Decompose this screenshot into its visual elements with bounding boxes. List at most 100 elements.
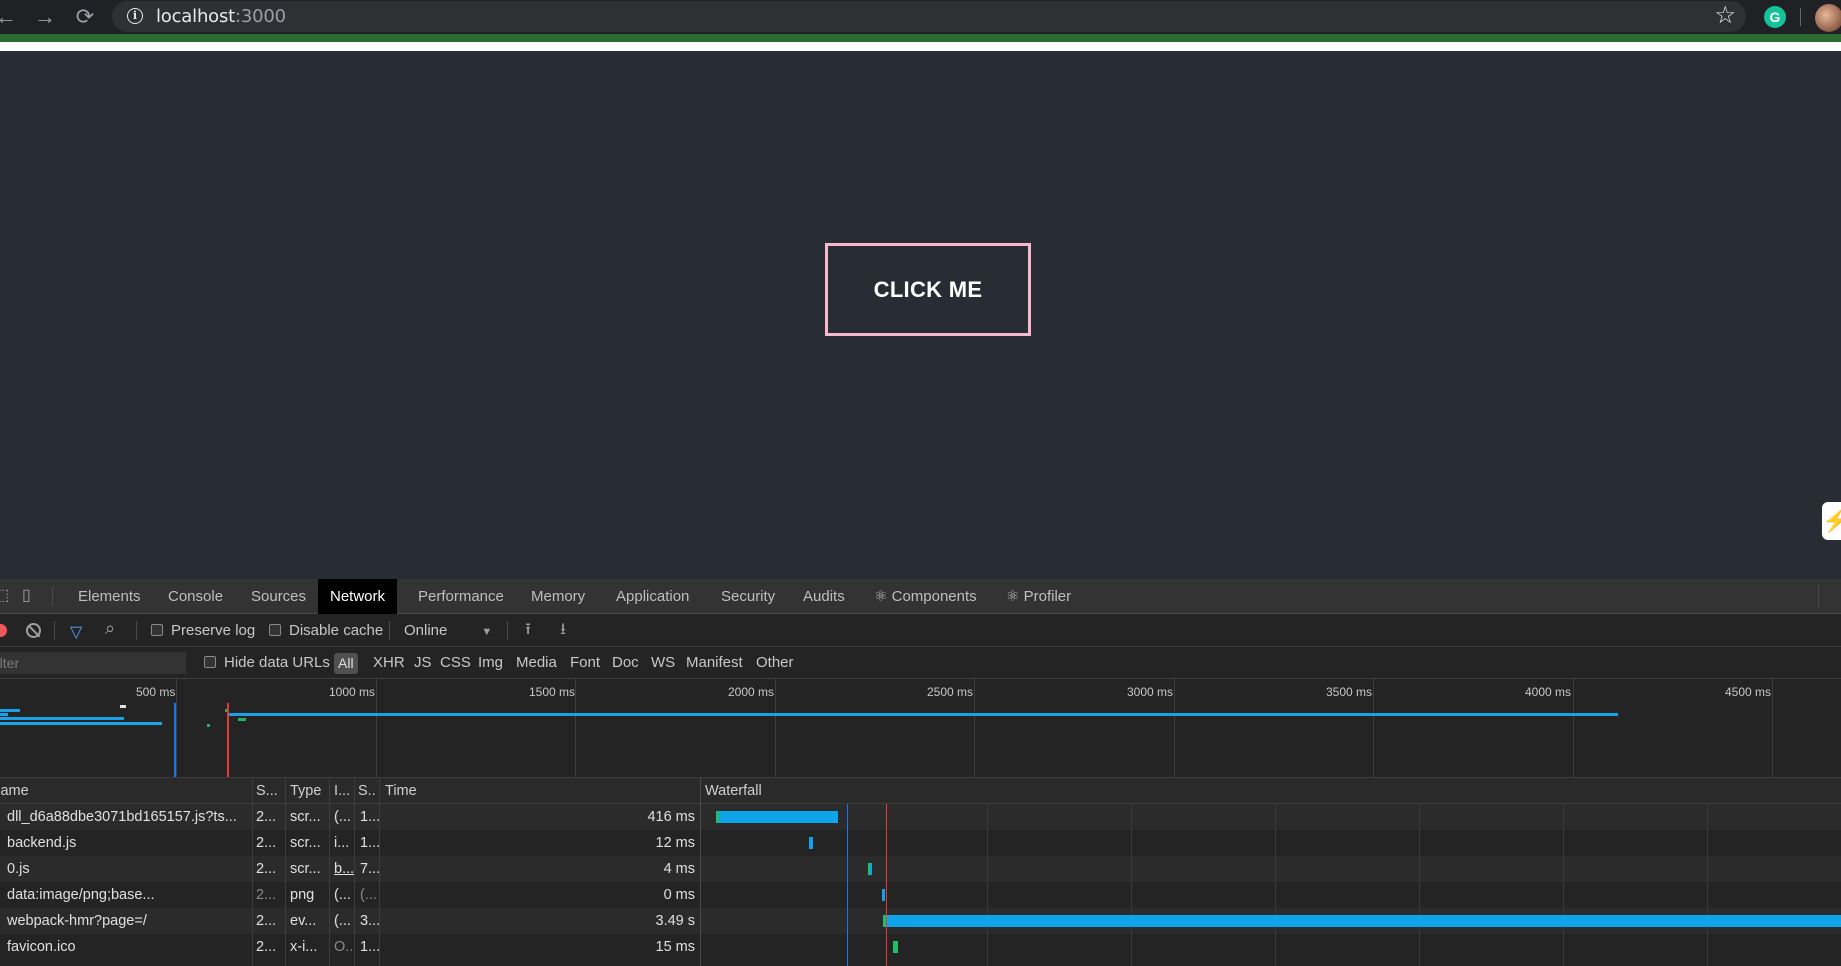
row-time: 15 ms xyxy=(655,939,696,955)
lightning-icon[interactable]: ⚡ xyxy=(1822,502,1841,540)
tab-profiler[interactable]: ⚛ Profiler xyxy=(994,579,1083,614)
filter-type-font[interactable]: Font xyxy=(570,647,600,679)
import-har-icon[interactable]: ⭱ xyxy=(520,620,536,640)
column-divider[interactable] xyxy=(700,778,701,966)
table-row[interactable]: 0.js 2... scr... b... 7... 4 ms xyxy=(0,856,1841,882)
avatar[interactable] xyxy=(1815,4,1841,32)
waterfall-bar xyxy=(809,837,813,849)
header-size[interactable]: S.. xyxy=(358,778,378,804)
tab-components[interactable]: ⚛ Components xyxy=(862,579,989,614)
header-status[interactable]: S... xyxy=(256,778,282,804)
row-initiator: O... xyxy=(334,939,354,955)
tab-sources[interactable]: Sources xyxy=(239,579,318,614)
dom-content-loaded-marker xyxy=(847,804,848,966)
clear-icon[interactable] xyxy=(26,623,41,638)
reload-icon[interactable]: ⟳ xyxy=(71,3,99,31)
click-me-button[interactable]: CLICK ME xyxy=(825,243,1031,336)
overview-tick-label: 3000 ms xyxy=(1127,685,1174,699)
tab-audits[interactable]: Audits xyxy=(791,579,857,614)
row-type: ev... xyxy=(290,913,317,929)
overview-tick-label: 2500 ms xyxy=(927,685,974,699)
tab-elements[interactable]: Elements xyxy=(66,579,153,614)
browser-toolbar: ← → ⟳ i localhost:3000 ☆ G xyxy=(0,0,1841,34)
table-row[interactable]: data:image/png;base... 2... png (... (..… xyxy=(0,882,1841,908)
overview-request-bar xyxy=(0,713,8,716)
header-waterfall[interactable]: Waterfall xyxy=(705,778,905,804)
row-name: favicon.ico xyxy=(7,939,76,955)
filter-type-js[interactable]: JS xyxy=(414,647,432,679)
filter-type-doc[interactable]: Doc xyxy=(612,647,639,679)
filter-type-all[interactable]: All xyxy=(334,653,358,674)
waterfall-gridline xyxy=(1707,804,1708,966)
device-toolbar-icon[interactable]: ▯ xyxy=(22,587,31,605)
header-name[interactable]: Name xyxy=(0,778,250,804)
network-toolbar: ▽ ⌕ Preserve log Disable cache Online ▼ ⭱… xyxy=(0,614,1841,647)
network-overview[interactable]: 500 ms 1000 ms 1500 ms 2000 ms 2500 ms 3… xyxy=(0,679,1841,778)
overview-request-bar xyxy=(238,718,246,721)
filter-type-manifest[interactable]: Manifest xyxy=(686,647,743,679)
preserve-log-checkbox[interactable]: Preserve log xyxy=(151,614,255,647)
row-time: 4 ms xyxy=(663,861,695,877)
filter-type-ws[interactable]: WS xyxy=(651,647,675,679)
table-row[interactable]: backend.js 2... scr... i... 1... 12 ms xyxy=(0,830,1841,856)
header-time[interactable]: Time xyxy=(385,778,485,804)
column-divider[interactable] xyxy=(354,778,355,966)
loading-bar xyxy=(0,34,1841,42)
column-divider[interactable] xyxy=(379,778,380,966)
filter-input[interactable] xyxy=(0,652,186,674)
column-divider[interactable] xyxy=(329,778,330,966)
search-icon[interactable]: ⌕ xyxy=(105,618,115,639)
column-divider[interactable] xyxy=(285,778,286,966)
filter-type-xhr[interactable]: XHR xyxy=(373,647,405,679)
network-filter-bar: Hide data URLs All XHR JS CSS Img Media … xyxy=(0,647,1841,679)
row-initiator-link[interactable]: b... xyxy=(334,856,354,882)
tab-performance[interactable]: Performance xyxy=(406,579,516,614)
info-icon[interactable]: i xyxy=(127,8,143,24)
inspect-icon[interactable]: ⬚ xyxy=(0,587,9,605)
filter-type-img[interactable]: Img xyxy=(478,647,503,679)
row-name: data:image/png;base... xyxy=(7,887,155,903)
checkbox-box[interactable] xyxy=(269,624,281,636)
star-icon[interactable]: ☆ xyxy=(1714,2,1736,30)
disable-cache-label: Disable cache xyxy=(289,622,384,639)
load-event-marker xyxy=(886,804,887,966)
overview-tick-label: 4500 ms xyxy=(1725,685,1772,699)
address-bar[interactable]: i localhost:3000 ☆ xyxy=(112,1,1746,32)
filter-icon[interactable]: ▽ xyxy=(70,622,82,642)
export-har-icon[interactable]: ⭳ xyxy=(555,620,571,640)
grammarly-icon[interactable]: G xyxy=(1764,6,1786,28)
waterfall-bar-waiting xyxy=(893,941,898,953)
row-size: 1... xyxy=(360,939,380,955)
tab-network[interactable]: Network xyxy=(318,579,398,614)
devtools-tab-bar: ⬚ ▯ Elements Console Sources Network Per… xyxy=(0,579,1841,614)
checkbox-box[interactable] xyxy=(204,656,216,668)
table-row[interactable]: dll_d6a88dbe3071bd165157.js?ts... 2... s… xyxy=(0,804,1841,830)
throttling-select[interactable]: Online ▼ xyxy=(404,614,492,647)
overview-gridline xyxy=(575,679,576,777)
header-initiator[interactable]: I... xyxy=(334,778,354,804)
column-divider[interactable] xyxy=(252,778,253,966)
disable-cache-checkbox[interactable]: Disable cache xyxy=(269,614,383,647)
overview-gridline xyxy=(974,679,975,777)
overview-tick-label: 1000 ms xyxy=(329,685,376,699)
header-type[interactable]: Type xyxy=(290,778,326,804)
hide-data-urls-checkbox[interactable]: Hide data URLs xyxy=(204,647,330,679)
back-arrow-icon[interactable]: ← xyxy=(0,3,20,31)
row-status: 2... xyxy=(256,887,277,903)
filter-type-other[interactable]: Other xyxy=(756,647,794,679)
waterfall-gridline xyxy=(1275,804,1276,966)
checkbox-box[interactable] xyxy=(151,624,163,636)
tab-console[interactable]: Console xyxy=(156,579,235,614)
toolbar-divider xyxy=(52,587,53,606)
tab-security[interactable]: Security xyxy=(709,579,787,614)
table-row[interactable]: favicon.ico 2... x-i... O... 1... 15 ms xyxy=(0,934,1841,960)
forward-arrow-icon[interactable]: → xyxy=(31,3,59,31)
filter-type-media[interactable]: Media xyxy=(516,647,557,679)
waterfall-bar xyxy=(719,811,838,823)
row-size: 1... xyxy=(360,809,380,825)
filter-type-css[interactable]: CSS xyxy=(440,647,471,679)
url-text[interactable]: localhost:3000 xyxy=(156,6,286,27)
tab-application[interactable]: Application xyxy=(604,579,701,614)
record-icon[interactable] xyxy=(0,624,7,637)
tab-memory[interactable]: Memory xyxy=(519,579,597,614)
